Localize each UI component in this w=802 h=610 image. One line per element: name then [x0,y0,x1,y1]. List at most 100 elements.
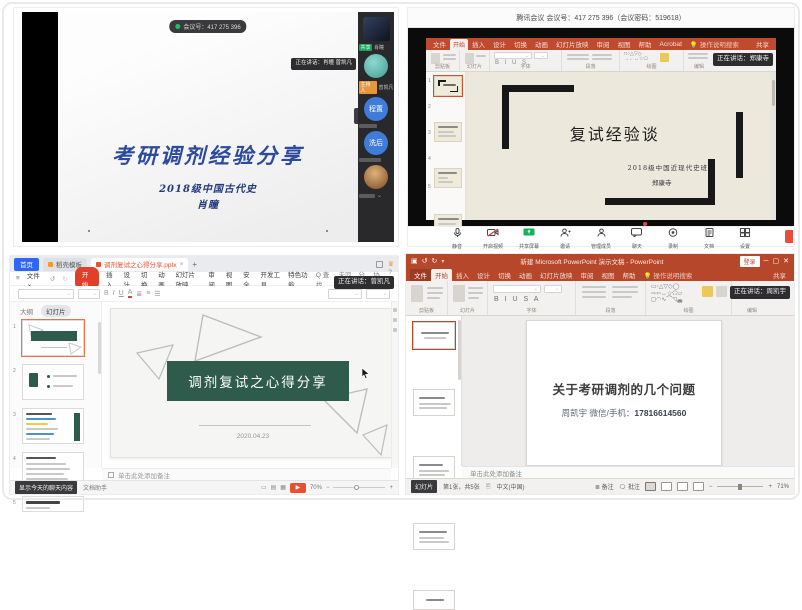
zoom-in-button[interactable]: + [389,485,393,491]
zoom-slider-knob[interactable] [354,485,359,490]
redo-icon[interactable]: ↻ [432,257,438,265]
vertical-scrollbar[interactable] [771,72,776,220]
bullet-list-icon[interactable]: ☰ [154,290,160,298]
tab-insert[interactable]: 插入 [468,38,489,50]
slide-title[interactable]: 复试经验谈 [570,121,660,145]
font-name-select[interactable]: ⌄ [493,285,541,293]
arrange-button[interactable] [660,53,669,62]
italic-button[interactable]: I [113,290,115,297]
slide-thumb-3[interactable] [434,168,462,188]
tab-review[interactable]: 审阅 [593,38,614,50]
new-tab-button[interactable]: + [192,260,197,269]
numbering-button[interactable] [582,291,606,293]
zoom-out-button[interactable]: − [326,485,330,491]
reading-view-icon[interactable]: ▦ [280,484,286,491]
spellcheck-icon[interactable]: 🖹 [486,482,491,492]
zoom-slider[interactable] [717,486,763,487]
vip-crown-icon[interactable]: ♛ [388,260,394,268]
tab-review[interactable]: 审阅 [577,269,598,281]
toolbar-share-screen[interactable]: 共享屏幕 [514,224,544,250]
font-style-buttons[interactable]: B I U S A [494,296,540,303]
slide-indicator-chip[interactable]: 幻灯片 [411,480,437,493]
tab-animations[interactable]: 动画 [515,269,536,281]
notes-bar[interactable]: 单击此处添加备注 [462,466,794,478]
underline-button[interactable]: U [119,290,124,297]
font-name-select[interactable]: ⌄ [494,52,532,59]
font-name-select[interactable]: ⌄ [18,289,74,299]
close-button[interactable]: ✕ [783,257,789,265]
slide-subtitle[interactable]: 2018级中国近现代史班 [628,162,709,172]
sign-in-button[interactable]: 登录 [740,256,760,267]
language-status[interactable]: 中文(中国) [497,482,525,491]
slide-thumb-2[interactable] [22,364,84,400]
slide-author[interactable]: 郑康寺 [652,177,672,187]
slide-title[interactable]: 关于考研调剂的几个问题 [552,379,695,398]
file-menu[interactable]: 文件 ⌄ [27,270,43,288]
slide-thumb-4[interactable] [413,523,455,550]
participant-video[interactable] [363,17,390,41]
slide-canvas[interactable]: 关于考研调剂的几个问题 周凯宇 微信/手机：17816614560 [526,320,722,466]
slide-thumb-2[interactable] [434,122,462,142]
thumb-scrollbar[interactable] [458,320,461,380]
slide-sorter-button[interactable] [661,482,672,491]
rail-icon[interactable] [393,308,397,312]
paste-button[interactable] [411,285,423,302]
apps-grid-icon[interactable] [376,261,383,268]
font-size-select[interactable]: ⌄ [534,52,548,59]
zoom-level[interactable]: 71% [777,484,789,490]
tab-acrobat[interactable]: Acrobat [656,40,686,49]
slide-thumb-5[interactable] [413,590,455,610]
slideshow-button[interactable] [693,482,704,491]
undo-icon[interactable]: ↺ [50,275,55,283]
close-icon[interactable]: × [180,261,184,268]
participant-avatar[interactable] [364,165,388,189]
thumb-scrollbar[interactable] [98,322,101,374]
slides-tab[interactable]: 幻灯片 [41,305,71,317]
tab-design[interactable]: 设计 [489,38,510,50]
zoom-level[interactable]: 70% [310,485,322,491]
slide-thumb-1[interactable] [22,320,84,356]
tab-home[interactable]: 开始 [450,39,468,50]
slide-thumb-1[interactable] [413,322,455,349]
font-size-select[interactable]: ⌄ [78,289,100,299]
normal-view-icon[interactable]: ▭ [261,484,267,491]
tab-design[interactable]: 设计 [473,269,494,281]
font-size-select[interactable]: ⌄ [544,285,562,293]
tab-transitions[interactable]: 切换 [510,38,531,50]
font-color-button[interactable]: A [128,289,133,298]
tab-slideshow[interactable]: 幻灯片放映 [536,269,577,281]
align-buttons[interactable] [582,296,606,298]
tab-view[interactable]: 视图 [598,269,619,281]
rail-icon[interactable] [393,328,397,332]
participant-avatar[interactable]: 程置 [364,97,388,121]
shapes-gallery[interactable]: □○△▽◇→←↔☆⬠ [624,52,648,62]
slide-thumb-1[interactable] [434,76,462,96]
tell-me-search[interactable]: 💡 操作说明搜索 [686,38,743,50]
comments-toggle[interactable]: 🗨 批注 [619,482,640,491]
share-button[interactable]: 共享 [752,38,773,50]
zoom-out-button[interactable]: − [709,484,713,490]
undo-icon[interactable]: ↺ [422,257,428,265]
align-center-icon[interactable]: ≡ [146,290,150,297]
reading-view-button[interactable] [677,482,688,491]
normal-view-button[interactable] [645,482,656,491]
zoom-slider-knob[interactable] [738,484,742,490]
align-left-icon[interactable]: ≣ [136,290,142,298]
tab-slideshow[interactable]: 幻灯片放映 [552,38,593,50]
toolbar-record[interactable]: 录制 [658,224,688,250]
tab-file[interactable]: 文件 [410,269,431,281]
zoom-slider[interactable] [333,487,385,488]
tab-help[interactable]: 帮助 [619,269,640,281]
notes-toggle[interactable]: ≣ 备注 [595,482,614,491]
tab-home[interactable]: 开始 [431,269,452,281]
tab-help[interactable]: 帮助 [635,38,656,50]
slide-title-box[interactable]: 调剂复试之心得分享 [167,361,349,401]
tab-transitions[interactable]: 切换 [494,269,515,281]
tab-file[interactable]: 文件 [429,38,450,50]
shapes-gallery[interactable]: ▭◦△▽◇◯⇨⇦↔☆⬠▱◻◠∿⌒◹◛ [651,284,683,304]
redo-icon[interactable]: ↻ [62,275,67,283]
outline-tab[interactable]: 大纲 [20,306,33,316]
toolbar-camera[interactable]: 开启视频 [478,224,508,250]
chevron-down-icon[interactable]: ⌄ [377,192,382,199]
tell-me-search[interactable]: 💡 操作说明搜索 [640,269,697,281]
